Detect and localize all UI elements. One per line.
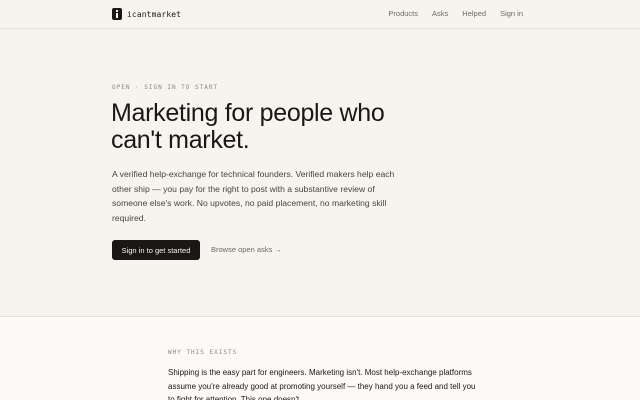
why-section-body: Shipping is the easy part for engineers.… [168,368,476,400]
hero-eyebrow: OPEN · SIGN IN TO START [112,84,219,91]
main-nav: Products Asks Helped Sign in [388,9,523,18]
browse-open-asks-link[interactable]: Browse open asks → [211,245,282,254]
sign-in-cta-button[interactable]: Sign in to get started [112,240,200,260]
brand-name: icantmarket [127,9,182,19]
why-section-label: WHY THIS EXISTS [168,349,238,356]
nav-link-sign-in[interactable]: Sign in [500,9,523,18]
brand-link[interactable]: icantmarket [112,7,181,21]
square-logo-icon [112,8,122,20]
hero-description: A verified help-exchange for technical f… [112,169,395,223]
hero-headline: Marketing for people who can't market. [111,99,385,154]
nav-link-asks[interactable]: Asks [432,9,448,18]
nav-link-helped[interactable]: Helped [462,9,486,18]
top-nav-bar: icantmarket Products Asks Helped Sign in [0,0,640,29]
nav-link-products[interactable]: Products [388,9,418,18]
